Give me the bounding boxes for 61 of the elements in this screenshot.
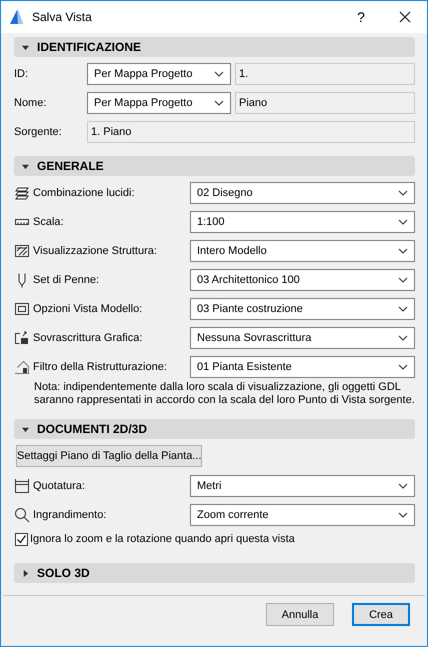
chevron-icon: [398, 190, 408, 196]
layers-icon: [14, 185, 30, 201]
dimension-icon: [14, 478, 30, 494]
chevron-icon: [398, 219, 408, 225]
dropdown[interactable]: 03 Piante costruzione: [190, 298, 415, 320]
chevron-icon: [398, 364, 408, 370]
dropdown[interactable]: Zoom corrente: [190, 504, 415, 526]
checkbox[interactable]: [15, 532, 28, 546]
triangle-down-icon: [22, 426, 29, 432]
dropdown[interactable]: Per Mappa Progetto: [87, 92, 231, 114]
dropdown[interactable]: Metri: [190, 475, 415, 497]
text-field[interactable]: 1. Piano: [87, 121, 415, 143]
dropdown[interactable]: 1:100: [190, 211, 415, 233]
field-label: Scala:: [33, 216, 64, 228]
hatch-icon: [14, 243, 30, 259]
section-header[interactable]: SOLO 3D: [14, 563, 415, 583]
settings-button[interactable]: Settaggi Piano di Taglio della Pianta...: [16, 445, 202, 467]
section-header[interactable]: IDENTIFICAZIONE: [14, 37, 415, 57]
field-label: ID:: [14, 68, 28, 80]
window-title: Salva Vista: [32, 10, 93, 24]
dropdown[interactable]: Intero Modello: [190, 240, 415, 262]
dropdown[interactable]: 03 Architettonico 100: [190, 269, 415, 291]
section-header[interactable]: GENERALE: [14, 156, 415, 176]
field-label: Combinazione lucidi:: [33, 187, 134, 199]
dialog-button[interactable]: Annulla: [266, 603, 334, 626]
chevron-icon: [398, 306, 408, 312]
chevron-icon: [398, 483, 408, 489]
triangle-right-icon: [22, 570, 29, 576]
app-logo-icon: [9, 9, 25, 25]
field-label: Nome:: [14, 97, 46, 109]
chevron-icon: [214, 100, 224, 106]
chevron-icon: [398, 335, 408, 341]
field-label: Filtro della Ristrutturazione:: [33, 361, 167, 373]
field-label: Quotatura:: [33, 480, 85, 492]
chevron-icon: [214, 71, 224, 77]
chevron-icon: [398, 512, 408, 518]
checkbox-label: Ignora lo zoom e la rotazione quando apri questa vista: [30, 533, 295, 545]
window-icon: [14, 301, 30, 317]
chevron-icon: [398, 277, 408, 283]
text-field[interactable]: 1.: [235, 63, 415, 85]
dropdown[interactable]: 02 Disegno: [190, 182, 415, 204]
section-header[interactable]: DOCUMENTI 2D/3D: [14, 419, 415, 439]
field-label: Ingrandimento:: [33, 509, 106, 521]
chevron-icon: [398, 248, 408, 254]
search-icon: [14, 507, 30, 523]
dialog-button[interactable]: Crea: [352, 603, 410, 626]
triangle-down-icon: [22, 44, 29, 50]
triangle-down-icon: [22, 162, 29, 170]
help-button[interactable]: ?: [339, 9, 383, 25]
house-icon: [14, 359, 30, 375]
field-label: Set di Penne:: [33, 274, 100, 286]
dropdown[interactable]: Per Mappa Progetto: [87, 63, 231, 85]
override-icon: [14, 330, 30, 346]
dropdown[interactable]: Nessuna Sovrascrittura: [190, 327, 415, 349]
field-label: Opzioni Vista Modello:: [33, 303, 142, 315]
text-field[interactable]: Piano: [235, 92, 415, 114]
field-label: Visualizzazione Struttura:: [33, 245, 157, 257]
field-label: Sovrascrittura Grafica:: [33, 332, 142, 344]
field-label: Sorgente:: [14, 126, 62, 138]
dropdown[interactable]: 01 Pianta Esistente: [190, 356, 415, 378]
note-text: Nota: indipendentemente dalla loro scala di visualizzazione, gli oggetti GDL saranno rappresentati in accordo con la scala del loro Punto di Vista sorgente.: [34, 381, 415, 407]
